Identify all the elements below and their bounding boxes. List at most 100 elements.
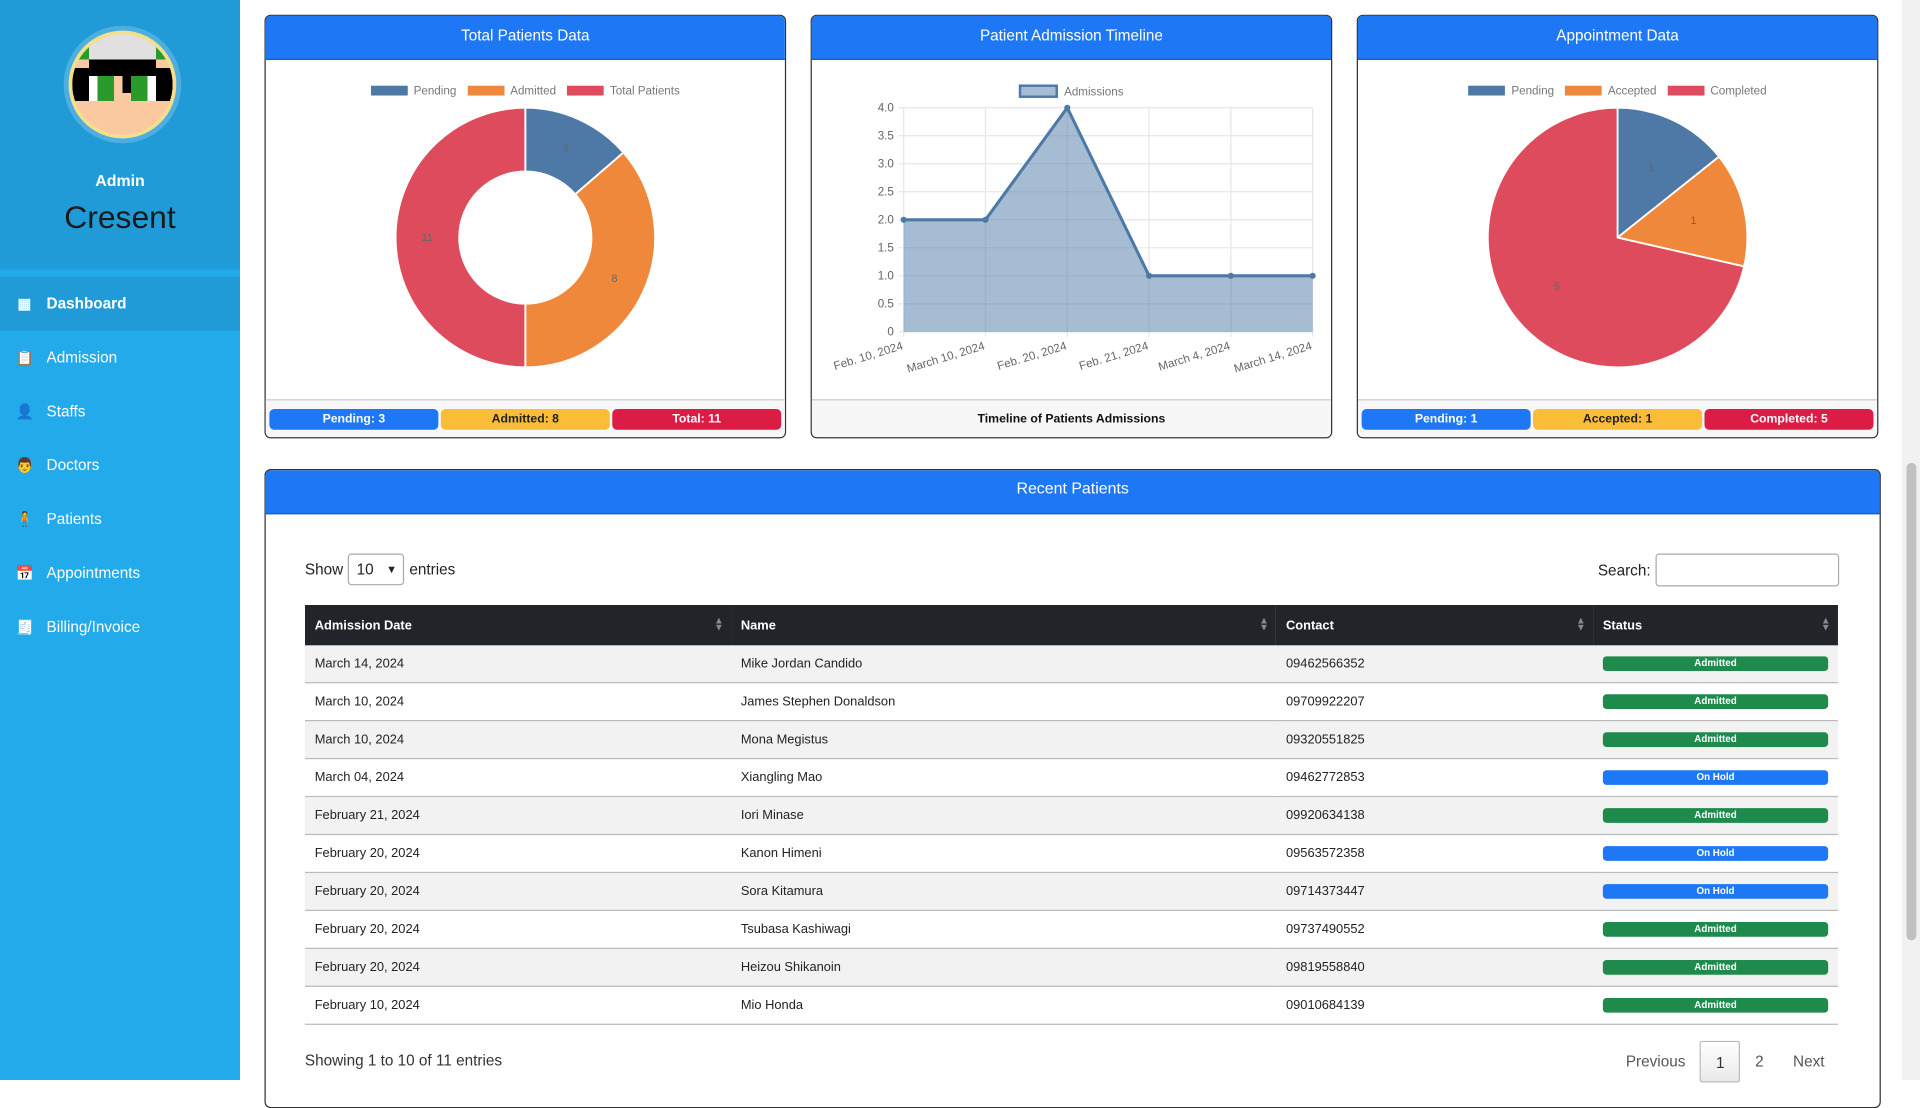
- table-row[interactable]: March 10, 2024 Mona Megistus 09320551825 Ad…: [304, 720, 1838, 760]
- cell: Sora Kitamura: [731, 872, 1277, 912]
- data-point[interactable]: [1227, 272, 1234, 279]
- sidebar-item-label: Patients: [46, 510, 102, 528]
- cell: James Stephen Donaldson: [731, 682, 1277, 722]
- slice-label: 11: [422, 232, 433, 244]
- panel-title: Recent Patients: [265, 470, 1880, 515]
- cell: February 20, 2024: [304, 872, 732, 912]
- show-label: Show: [304, 560, 344, 578]
- scrollbar-thumb[interactable]: [1906, 462, 1917, 941]
- slice-admitted[interactable]: [524, 151, 657, 369]
- y-tick-label: 2.0: [878, 213, 895, 226]
- data-point[interactable]: [1309, 272, 1316, 279]
- page-1-button[interactable]: 1: [1700, 1040, 1741, 1083]
- admitted-badge: Admitted: 8: [440, 408, 610, 430]
- next-button[interactable]: Next: [1778, 1041, 1839, 1083]
- sidebar-item-staffs[interactable]: 👤 Staffs: [0, 384, 240, 438]
- data-point[interactable]: [900, 216, 907, 223]
- sidebar-item-appointments[interactable]: 📅 Appointments: [0, 546, 240, 600]
- table-row[interactable]: February 10, 2024 Mio Honda 09010684139 Adm…: [304, 986, 1838, 1025]
- y-tick-label: 1.5: [878, 241, 894, 254]
- cell: March 10, 2024: [304, 720, 732, 760]
- cell: Heizou Shikanoin: [731, 948, 1277, 987]
- patients-table: Admission Date ▲ ▼ Name ▲ ▼ Contact ▲ ▼ Status ▲ ▼ …: [304, 604, 1838, 1025]
- search-input[interactable]: [1655, 553, 1840, 587]
- status-badge: On Hold: [1602, 770, 1829, 785]
- cell: 09462566352: [1276, 645, 1594, 684]
- sidebar-item-dashboard[interactable]: ▦ Dashboard: [0, 276, 241, 331]
- clipboard-icon: 📋: [15, 348, 35, 367]
- sidebar-item-billing-invoice[interactable]: 🧾 Billing/Invoice: [0, 600, 240, 654]
- entries-value: 10: [356, 560, 374, 578]
- slice-label: 3: [563, 143, 569, 155]
- column-header[interactable]: Contact ▲ ▼: [1276, 604, 1594, 646]
- table-row[interactable]: March 10, 2024 James Stephen Donaldson 097…: [304, 682, 1838, 722]
- previous-button[interactable]: Previous: [1611, 1041, 1700, 1083]
- column-header[interactable]: Status ▲ ▼: [1593, 604, 1838, 646]
- table-row[interactable]: February 20, 2024 Heizou Shikanoin 0981955…: [304, 948, 1838, 987]
- x-tick-label: March 10, 2024: [905, 339, 987, 375]
- sidebar-item-admission[interactable]: 📋 Admission: [0, 331, 240, 385]
- y-tick-label: 2.5: [878, 185, 894, 198]
- doctor-icon: 👨: [15, 456, 35, 474]
- slice-total-patients[interactable]: [394, 106, 527, 369]
- legend-swatch: [1018, 84, 1058, 98]
- column-header[interactable]: Admission Date ▲ ▼: [304, 604, 732, 646]
- column-header[interactable]: Name ▲ ▼: [731, 604, 1277, 646]
- cell: Mio Honda: [731, 986, 1277, 1025]
- status-badge: Admitted: [1602, 656, 1829, 672]
- pending-badge: Pending: 3: [269, 408, 439, 430]
- data-point[interactable]: [1064, 104, 1071, 111]
- status-cell: Admitted: [1593, 910, 1838, 949]
- accepted-badge: Accepted: 1: [1533, 408, 1703, 430]
- total-patients-card: Total Patients Data Pending Admitted Total…: [264, 14, 787, 439]
- sidebar-item-label: Doctors: [46, 456, 100, 474]
- table-row[interactable]: March 14, 2024 Mike Jordan Candido 0946256…: [304, 645, 1838, 684]
- sidebar-item-doctors[interactable]: 👨 Doctors: [0, 438, 240, 492]
- pending-badge: Pending: 1: [1361, 408, 1531, 430]
- cell: 09462772853: [1276, 758, 1594, 798]
- column-label: Status: [1602, 617, 1643, 633]
- cell: Tsubasa Kashiwagi: [731, 910, 1277, 949]
- cell: 09819558840: [1276, 948, 1594, 987]
- table-row[interactable]: February 20, 2024 Kanon Himeni 09563572358…: [304, 834, 1838, 874]
- entries-length: Show 10 ▼ entries: [304, 553, 455, 586]
- table-row[interactable]: February 20, 2024 Tsubasa Kashiwagi 097374…: [304, 910, 1838, 949]
- profile-section: Admin Cresent: [0, 0, 241, 270]
- status-badge: Admitted: [1602, 960, 1829, 975]
- table-row[interactable]: February 20, 2024 Sora Kitamura 0971437344…: [304, 872, 1838, 912]
- table-info: Showing 1 to 10 of 11 entries: [304, 1051, 503, 1069]
- status-badge: On Hold: [1602, 884, 1829, 899]
- legend-label[interactable]: Admissions: [1064, 86, 1124, 99]
- cell: 09709922207: [1276, 682, 1594, 722]
- cell: February 20, 2024: [304, 834, 732, 874]
- y-tick-label: 0: [887, 326, 894, 339]
- data-point[interactable]: [1146, 272, 1153, 279]
- patient-icon: 🧍: [15, 510, 35, 528]
- cell: Xiangling Mao: [731, 758, 1277, 798]
- cell: February 10, 2024: [304, 986, 732, 1025]
- card-title: Total Patients Data: [265, 15, 785, 61]
- cell: 09714373447: [1276, 872, 1594, 912]
- page-2-button[interactable]: 2: [1740, 1041, 1778, 1083]
- sidebar-item-label: Dashboard: [46, 295, 127, 313]
- entries-select[interactable]: 10 ▼: [348, 553, 405, 586]
- slice-label: 5: [1554, 281, 1560, 293]
- cell: 09563572358: [1276, 834, 1594, 874]
- status-badge: Admitted: [1602, 997, 1829, 1013]
- table-row[interactable]: March 04, 2024 Xiangling Mao 09462772853 On…: [304, 758, 1838, 798]
- calendar-icon: 📅: [15, 564, 35, 582]
- admission-timeline-card: Patient Admission Timeline Admissions 0 0.…: [810, 14, 1333, 439]
- x-tick-label: March 4, 2024: [1157, 339, 1232, 373]
- sidebar-item-patients[interactable]: 🧍 Patients: [0, 492, 240, 546]
- slice-label: 8: [611, 273, 617, 285]
- status-cell: On Hold: [1593, 758, 1838, 798]
- table-row[interactable]: February 21, 2024 Iori Minase 09920634138 A…: [304, 796, 1838, 836]
- dashboard-icon: ▦: [17, 295, 32, 313]
- pagination: Previous 1 2 Next: [1611, 1040, 1839, 1083]
- x-tick-label: Feb. 21, 2024: [1078, 339, 1151, 373]
- data-point[interactable]: [982, 216, 989, 223]
- scrollbar[interactable]: [1901, 0, 1920, 1081]
- appointment-card: Appointment Data Pending Accepted Complete…: [1356, 14, 1879, 439]
- y-tick-label: 3.0: [878, 157, 895, 170]
- card-title: Appointment Data: [1357, 15, 1878, 61]
